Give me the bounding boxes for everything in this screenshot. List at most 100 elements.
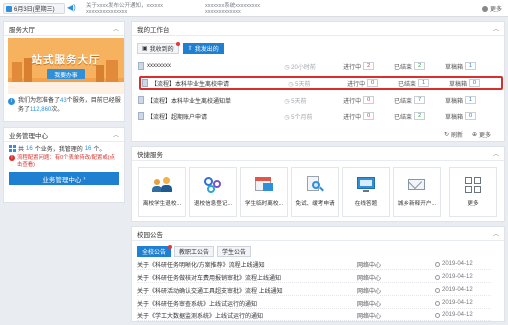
announcement-source: 网络中心	[357, 288, 382, 295]
banner-title: 站式服务大厅	[31, 54, 101, 66]
more-label: 更多	[489, 7, 502, 13]
do-business-button[interactable]: 我要办事	[47, 69, 85, 79]
announcement-title[interactable]: 关于《学工大数据监测系统》上线试运行的通知	[137, 311, 357, 320]
tab-all-school[interactable]: 全校公告	[137, 245, 173, 257]
workbench-more-link[interactable]: ⊕ 更多	[472, 130, 491, 139]
service-hall-title: 服务大厅	[9, 26, 35, 34]
warning-icon: !	[9, 155, 15, 161]
quick-service-item[interactable]: 免试、缓考申请	[291, 167, 339, 217]
collapse-icon[interactable]: ︿	[493, 229, 499, 238]
business-center-header: 业务管理中心 ︿	[4, 128, 124, 142]
clock-icon	[435, 287, 440, 293]
announcement-date: 2019-04-12	[435, 274, 473, 280]
announcement-row[interactable]: 关于《学工大数据监测系统》上线试运行的通知 网络中心 2019-04-12	[137, 310, 491, 321]
clock-icon	[435, 312, 440, 318]
tab-label: 我发出的	[194, 47, 219, 53]
quick-service-item[interactable]: 退校信息登记...	[189, 167, 237, 217]
done-stat[interactable]: 已结束 2	[394, 62, 445, 71]
config-warning[interactable]: ! 流程配置问题：有0个表单待改/配置或(点击查看)	[4, 153, 124, 168]
collapse-icon[interactable]: ︿	[493, 149, 499, 158]
announcement-title[interactable]: 关于《科研任务审查系统》上线试运行的通知	[137, 299, 357, 308]
row-title[interactable]: 【流程】超期账户申请	[147, 112, 284, 121]
announcement-source: 网络中心	[357, 313, 382, 320]
workbench-header: 我的工作台 ︿	[132, 22, 504, 36]
draft-stat[interactable]: 草稿箱 1	[445, 62, 496, 71]
tab-label: 学生公告	[222, 250, 247, 256]
quick-service-item[interactable]: 更多	[449, 167, 497, 217]
refresh-label: 刷新	[451, 133, 464, 139]
announcement-source: 网络中心	[357, 275, 382, 282]
business-total: 16	[26, 145, 33, 152]
badge-dot	[168, 245, 173, 249]
business-center-button[interactable]: 业务管理中心 ›	[9, 172, 119, 185]
warning-text: 流程配置问题：有0个表单待改/配置或(点击查看)	[17, 155, 115, 168]
upload-icon: ⇧	[187, 46, 193, 52]
draft-stat[interactable]: 草稿箱 1	[445, 96, 496, 105]
announcement-title[interactable]: 关于《科研任务明晰化/方案推荐》流程上线通知	[137, 260, 357, 269]
gears-icon	[203, 175, 223, 193]
workbench-row[interactable]: 【流程】本科毕业生离校通知单 ◷ 5天前 进行中 0 已结束 7 草稿箱 1	[138, 94, 496, 106]
service-hall-panel: 服务大厅 ︿ 站式服务大厅 我要办事 i 我们为您准备了43个服务，目前已经服务…	[3, 21, 125, 122]
announcement-row[interactable]: 关于《科研任务审查系统》上线试运行的通知 网络中心 2019-04-12	[137, 298, 491, 309]
announcement-row[interactable]: 关于《科研任务明晰化/方案推荐》流程上线通知 网络中心 2019-04-12	[137, 259, 491, 270]
business-center-panel: 业务管理中心 ︿ 共 16 个业务，我管理的 16 个。 ! 流程配置问题：有0个表单待…	[3, 127, 125, 203]
notice-line[interactable]: xxxxxxxxxxxxx	[205, 9, 241, 15]
announcement-row[interactable]: 关于《科研任务做核对车费用报销审批》流程上线通知 网络中心 2019-04-12	[137, 272, 491, 283]
tab-students[interactable]: 学生公告	[217, 246, 252, 257]
quick-services-header: 快捷服务 ︿	[132, 147, 504, 161]
draft-stat[interactable]: 草稿箱 0	[445, 112, 496, 121]
collapse-icon[interactable]: ︿	[493, 24, 499, 33]
quick-service-label: 在线答题	[354, 201, 378, 207]
tab-received[interactable]: ▣ 我收到的	[137, 42, 180, 54]
quick-service-label: 退校信息登记...	[193, 201, 233, 207]
done-stat[interactable]: 已结束 2	[394, 112, 445, 121]
quick-service-item[interactable]: 离校学生退校...	[138, 167, 186, 217]
quick-service-item[interactable]: 城乡新释开户...	[393, 167, 441, 217]
quick-service-item[interactable]: 在线答题	[342, 167, 390, 217]
row-title[interactable]: xxxxxxxx	[147, 63, 284, 69]
date-display[interactable]: 6月3日(星期三)	[3, 3, 65, 14]
in-progress-stat[interactable]: 进行中 2	[343, 62, 394, 71]
served-count: 112,860	[30, 106, 52, 113]
service-hall-header: 服务大厅 ︿	[4, 22, 124, 36]
notice-line[interactable]: xxxxxxxxxxxxxxx	[86, 9, 127, 15]
tab-label: 我收到的	[149, 47, 174, 53]
workbench-row[interactable]: xxxxxxxx ◷ 20小时前 进行中 2 已结束 2 草稿箱 1	[138, 60, 496, 72]
tab-label: 教职工公告	[179, 250, 210, 256]
badge-dot	[175, 42, 180, 46]
service-count: 43	[60, 98, 67, 104]
announcement-title[interactable]: 关于《科研活动确认交通工具超支审批》流程 上线通知	[137, 286, 357, 295]
workbench-row[interactable]: 【流程】超期账户申请 ◷ 5个月前 进行中 0 已结束 2 草稿箱 0	[138, 110, 496, 122]
collapse-icon[interactable]: ︿	[113, 130, 119, 139]
business-managed: 16	[84, 145, 92, 152]
people-icon	[152, 175, 172, 193]
refresh-icon: ↻	[444, 132, 450, 138]
quick-service-item[interactable]: 学生临时离校...	[240, 167, 288, 217]
refresh-link[interactable]: ↻ 刷新	[444, 130, 463, 139]
announcements-title: 校园公告	[137, 231, 163, 239]
top-bar: 6月3日(星期三) ◀) 关于xxxx发布公开通知，xxxxxx xxxxxxx…	[0, 0, 508, 17]
service-stats: i 我们为您准备了43个服务，目前已经服务了112,860次。	[8, 97, 126, 114]
announcement-row[interactable]: 关于《科研活动确认交通工具超支审批》流程 上线通知 网络中心 2019-04-1…	[137, 285, 491, 296]
grid-icon	[463, 175, 483, 193]
row-time: ◷ 5天前	[284, 98, 307, 105]
announcement-date: 2019-04-12	[435, 261, 473, 267]
quick-service-label: 城乡新释开户...	[397, 201, 437, 207]
tab-sent[interactable]: ⇧ 我发出的	[182, 43, 224, 54]
magnifier-doc-icon	[305, 175, 325, 193]
apps-icon	[9, 145, 16, 152]
quick-service-label: 更多	[467, 201, 479, 207]
collapse-icon[interactable]: ︿	[113, 24, 119, 33]
in-progress-stat[interactable]: 进行中 0	[343, 96, 394, 105]
document-icon	[138, 96, 144, 104]
business-count-line: 共 16 个业务，我管理的 16 个。	[4, 142, 124, 153]
more-icon: ⊕	[472, 132, 478, 138]
tab-staff[interactable]: 教职工公告	[174, 246, 215, 257]
row-title[interactable]: 【流程】本科毕业生离校通知单	[147, 96, 284, 105]
in-progress-stat[interactable]: 进行中 0	[343, 112, 394, 121]
done-stat[interactable]: 已结束 7	[394, 96, 445, 105]
clock-icon	[435, 300, 440, 306]
announcement-title[interactable]: 关于《科研任务做核对车费用报销审批》流程上线通知	[137, 273, 357, 282]
top-more-link[interactable]: 更多	[481, 4, 502, 13]
document-icon	[138, 62, 144, 70]
